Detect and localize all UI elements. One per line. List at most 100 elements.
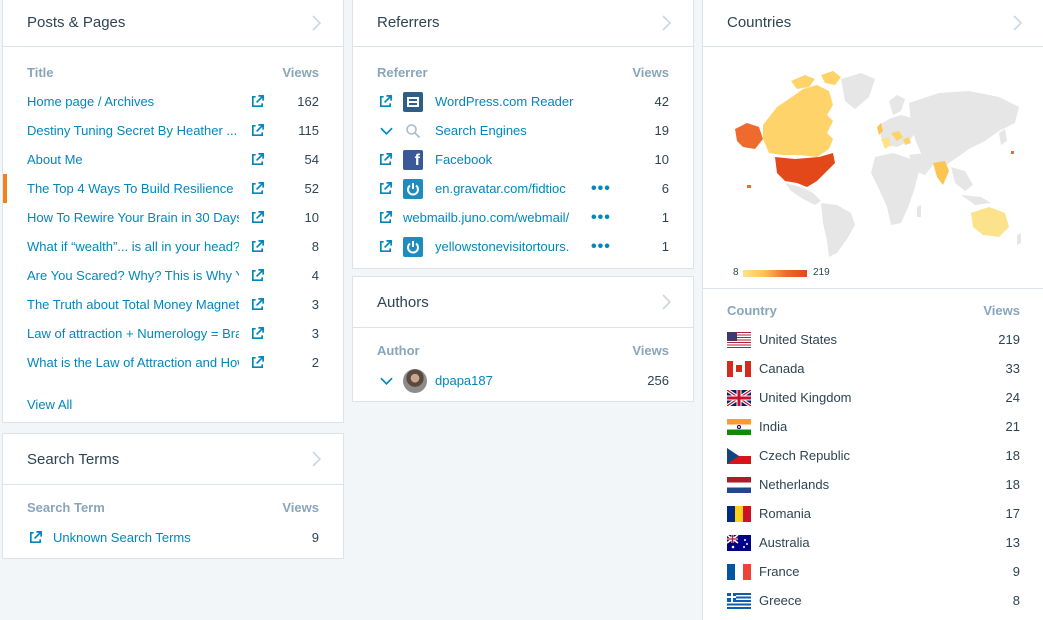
post-row[interactable]: What if “wealth”... is all in your head?… <box>3 232 343 261</box>
post-row[interactable]: What is the Law of Attraction and How 2 <box>3 348 343 377</box>
post-views: 54 <box>304 152 319 167</box>
post-title[interactable]: How To Rewire Your Brain in 30 Days <box>27 210 239 225</box>
referrer-row[interactable]: Search Engines 19 <box>353 116 693 145</box>
post-row[interactable]: Destiny Tuning Secret By Heather ... 115 <box>3 116 343 145</box>
post-views: 162 <box>297 94 319 109</box>
chevron-right-icon[interactable] <box>661 294 671 310</box>
map-nz <box>1017 233 1021 245</box>
post-title[interactable]: What is the Law of Attraction and How <box>27 355 239 370</box>
post-row[interactable]: The Top 4 Ways To Build Resilience 52 <box>3 174 343 203</box>
post-row[interactable]: About Me 54 <box>3 145 343 174</box>
search-term-row[interactable]: Unknown Search Terms 9 <box>3 523 343 552</box>
referrer-label[interactable]: webmailb.juno.com/webmail/ <box>403 210 571 225</box>
external-link-icon[interactable] <box>250 297 265 312</box>
map-caribbean <box>747 185 751 188</box>
post-row[interactable]: The Truth about Total Money Magnetism 3 <box>3 290 343 319</box>
col-author: Author <box>377 343 420 358</box>
map-greenland <box>841 73 875 109</box>
referrer-row[interactable]: WordPress.com Reader 42 <box>353 87 693 116</box>
chevron-right-icon[interactable] <box>311 451 321 467</box>
more-options-icon[interactable]: ••• <box>591 180 611 198</box>
country-name: United States <box>759 332 838 347</box>
gravatar-icon <box>403 178 423 199</box>
external-link-icon[interactable] <box>378 181 393 196</box>
referrer-row[interactable]: f Facebook 10 <box>353 145 693 174</box>
referrer-row[interactable]: en.gravatar.com/fidtioc ••• 6 <box>353 174 693 203</box>
country-name: Czech Republic <box>759 448 851 463</box>
post-title[interactable]: Are You Scared? Why? This is Why You <box>27 268 239 283</box>
author-name[interactable]: dpapa187 <box>435 373 493 388</box>
map-usa <box>775 153 835 187</box>
world-map[interactable] <box>729 67 1029 257</box>
flag-au-icon <box>727 534 751 551</box>
view-all-link[interactable]: View All <box>27 397 72 412</box>
external-link-icon[interactable] <box>250 239 265 254</box>
post-title[interactable]: What if “wealth”... is all in your head? <box>27 239 239 254</box>
external-link-icon[interactable] <box>250 355 265 370</box>
external-link-icon[interactable] <box>378 210 393 225</box>
external-link-icon[interactable] <box>250 123 265 138</box>
external-link-icon[interactable] <box>28 530 43 545</box>
chevron-right-icon[interactable] <box>661 15 671 31</box>
chevron-right-icon[interactable] <box>311 15 321 31</box>
post-row[interactable]: Are You Scared? Why? This is Why You 4 <box>3 261 343 290</box>
legend-max: 219 <box>813 267 830 278</box>
referrer-views: 19 <box>654 123 669 138</box>
external-link-icon[interactable] <box>378 152 393 167</box>
post-views: 3 <box>311 297 319 312</box>
referrer-label[interactable]: WordPress.com Reader <box>435 94 635 109</box>
chevron-down-icon[interactable] <box>380 376 393 386</box>
country-row: France 9 <box>703 557 1043 586</box>
external-link-icon[interactable] <box>378 239 393 254</box>
external-link-icon[interactable] <box>250 94 265 109</box>
flag-nl-icon <box>727 476 751 493</box>
post-title[interactable]: Destiny Tuning Secret By Heather ... <box>27 123 239 138</box>
referrer-label[interactable]: en.gravatar.com/fidtioc <box>435 181 571 196</box>
chevron-down-icon[interactable] <box>380 126 393 136</box>
referrer-row[interactable]: yellowstonevisitortours. ••• 1 <box>353 232 693 261</box>
countries-card: Countries 8 219 Country Views United Sta… <box>702 0 1043 620</box>
country-views: 33 <box>1005 361 1020 376</box>
more-options-icon[interactable]: ••• <box>591 238 611 256</box>
referrer-row[interactable]: webmailb.juno.com/webmail/ ••• 1 <box>353 203 693 232</box>
search-terms-card: Search Terms Search Term Views Unknown S… <box>2 433 344 559</box>
map-madagascar <box>917 205 921 217</box>
countries-header[interactable]: Countries <box>703 0 1043 47</box>
countries-title: Countries <box>727 14 792 31</box>
map-scandinavia <box>889 95 905 115</box>
country-name: India <box>759 419 788 434</box>
post-row[interactable]: Home page / Archives 162 <box>3 87 343 116</box>
facebook-icon: f <box>403 149 423 170</box>
search-term-label[interactable]: Unknown Search Terms <box>53 530 191 545</box>
referrer-label[interactable]: Facebook <box>435 152 635 167</box>
more-options-icon[interactable]: ••• <box>591 209 611 227</box>
search-terms-header[interactable]: Search Terms <box>3 434 343 485</box>
country-row: Canada 33 <box>703 354 1043 383</box>
post-title[interactable]: The Top 4 Ways To Build Resilience <box>27 181 239 196</box>
posts-pages-card: Posts & Pages Title Views Home page / Ar… <box>2 0 344 423</box>
post-title[interactable]: About Me <box>27 152 239 167</box>
search-terms-title: Search Terms <box>27 450 120 468</box>
external-link-icon[interactable] <box>250 268 265 283</box>
post-row[interactable]: How To Rewire Your Brain in 30 Days 10 <box>3 203 343 232</box>
search-terms-column-header: Search Term Views <box>3 501 343 515</box>
referrers-header[interactable]: Referrers <box>353 0 693 47</box>
chevron-right-icon[interactable] <box>1012 15 1022 31</box>
external-link-icon[interactable] <box>250 152 265 167</box>
referrer-views: 42 <box>654 94 669 109</box>
authors-header[interactable]: Authors <box>353 277 693 328</box>
external-link-icon[interactable] <box>250 210 265 225</box>
avatar <box>403 368 427 393</box>
post-title[interactable]: Home page / Archives <box>27 94 239 109</box>
author-row[interactable]: dpapa187 256 <box>353 366 693 395</box>
external-link-icon[interactable] <box>250 181 265 196</box>
referrer-label[interactable]: Search Engines <box>435 123 635 138</box>
referrer-label[interactable]: yellowstonevisitortours. <box>435 239 571 254</box>
posts-pages-header[interactable]: Posts & Pages <box>3 0 343 47</box>
external-link-icon[interactable] <box>250 326 265 341</box>
country-name: Greece <box>759 593 802 608</box>
post-title[interactable]: Law of attraction + Numerology = Brain <box>27 326 239 341</box>
external-link-icon[interactable] <box>378 94 393 109</box>
post-row[interactable]: Law of attraction + Numerology = Brain 3 <box>3 319 343 348</box>
post-title[interactable]: The Truth about Total Money Magnetism <box>27 297 239 312</box>
